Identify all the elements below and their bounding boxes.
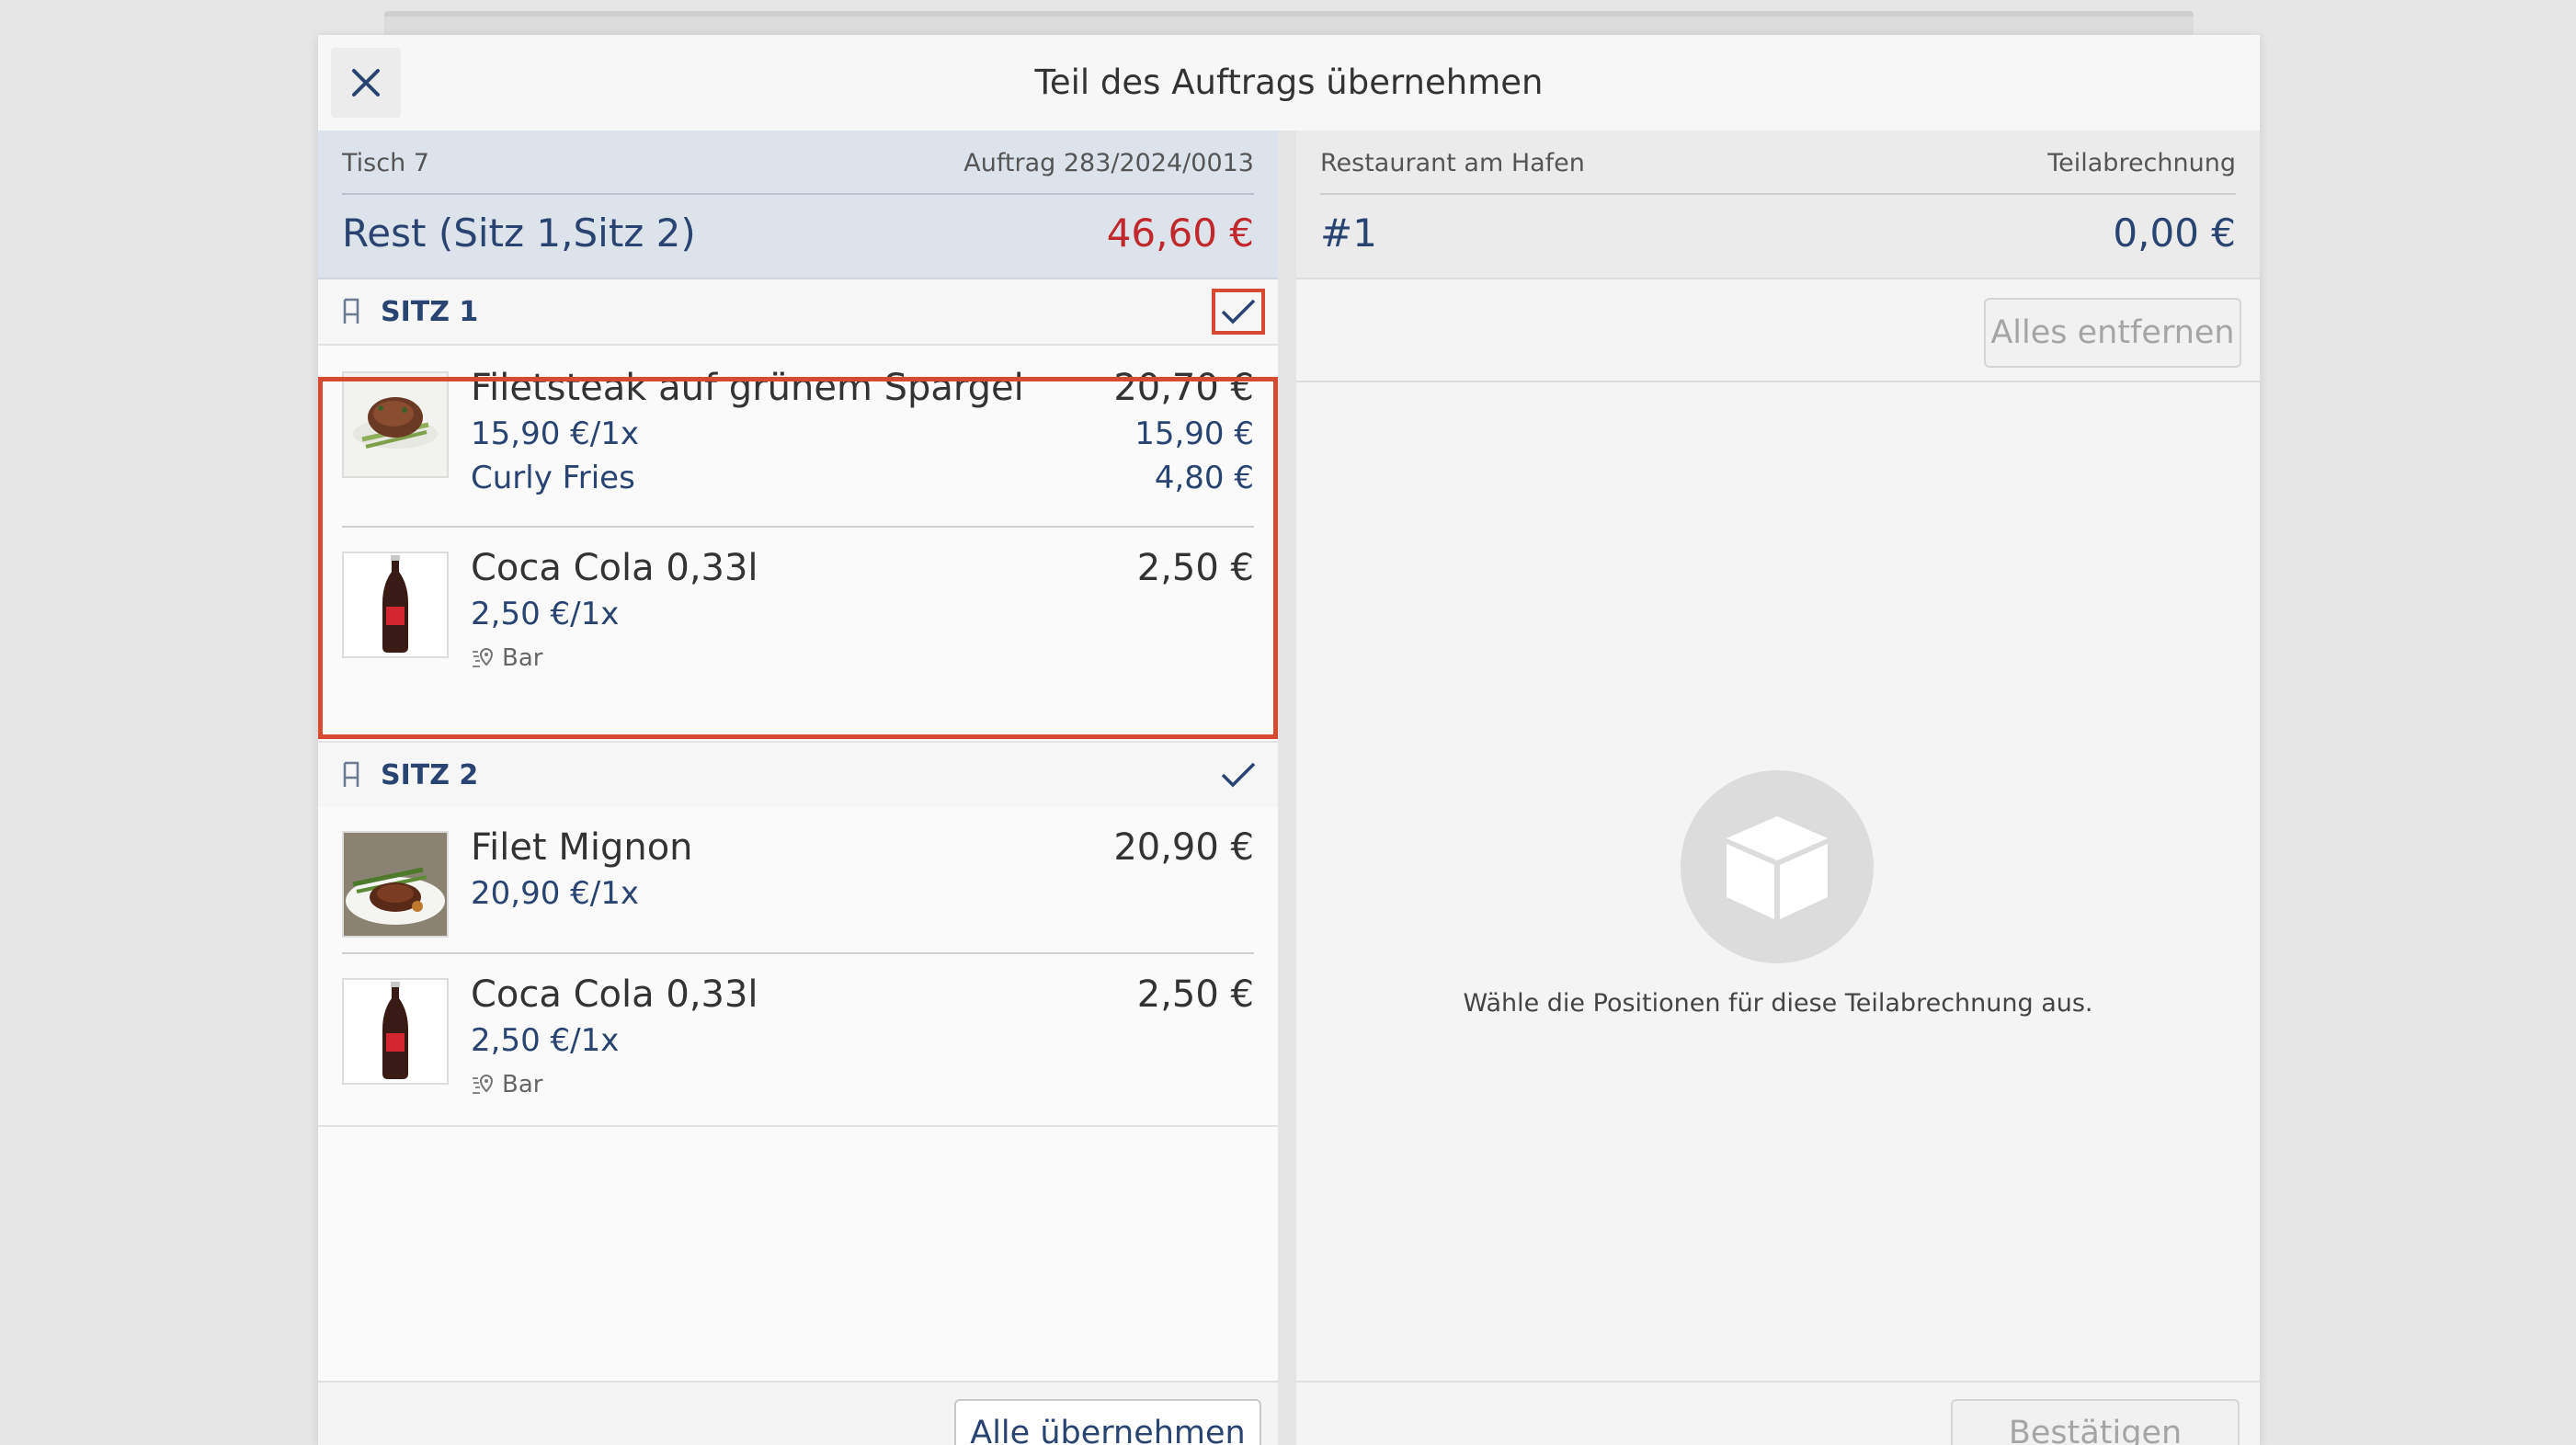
panel-divider xyxy=(1278,131,1296,1445)
split-order-dialog: Teil des Auftrags übernehmen Tisch 7 Auf… xyxy=(318,35,2260,1445)
cola-bottle-thumbnail xyxy=(342,978,449,1085)
close-button[interactable] xyxy=(331,48,401,118)
empty-state-illustration xyxy=(1681,770,1874,963)
item-name: Filet Mignon xyxy=(471,826,693,869)
seat-header-1[interactable]: SITZ 1 xyxy=(318,279,1278,346)
box-icon xyxy=(1727,816,1828,919)
order-total: 46,60 € xyxy=(1106,210,1254,256)
item-location-label: Bar xyxy=(502,644,543,672)
item-price: 2,50 € xyxy=(1136,547,1254,589)
seat-label: SITZ 2 xyxy=(381,759,479,791)
checkmark-icon xyxy=(1221,299,1256,324)
item-price: 20,70 € xyxy=(1113,367,1254,409)
item-unit-price: 15,90 €/1x xyxy=(471,415,639,452)
item-extra-price: 4,80 € xyxy=(1154,460,1254,496)
item-location-label: Bar xyxy=(502,1071,543,1098)
item-extra: Curly Fries xyxy=(471,460,635,496)
dialog-title: Teil des Auftrags übernehmen xyxy=(1034,63,1544,102)
remove-all-button[interactable]: Alles entfernen xyxy=(1984,298,2241,368)
close-icon xyxy=(352,69,380,97)
item-name: Filetsteak auf grünem Spargel xyxy=(471,367,1024,409)
seat-header-2[interactable]: SITZ 2 xyxy=(318,741,1278,809)
seat-1-select-checkbox[interactable] xyxy=(1212,289,1265,335)
item-price: 2,50 € xyxy=(1136,973,1254,1016)
list-item[interactable]: Filet Mignon 20,90 € 20,90 €/1x xyxy=(318,807,1278,954)
dialog-header: Teil des Auftrags übernehmen xyxy=(318,35,2260,132)
filet-mignon-thumbnail xyxy=(342,831,449,938)
item-unit-total: 15,90 € xyxy=(1134,415,1254,452)
list-item[interactable]: Coca Cola 0,33l 2,50 € 2,50 €/1x Bar xyxy=(318,954,1278,1127)
seat-icon xyxy=(343,761,359,787)
partial-bill-panel: Restaurant am Hafen Teilabrechnung #1 0,… xyxy=(1296,131,2260,1445)
location-icon xyxy=(473,1074,494,1094)
left-footer: Alle übernehmen xyxy=(318,1381,1278,1445)
source-order-panel: Tisch 7 Auftrag 283/2024/0013 Rest (Sitz… xyxy=(318,131,1278,1445)
empty-state-message: Wähle die Positionen für diese Teilabrec… xyxy=(1463,989,2093,1018)
right-footer: Bestätigen xyxy=(1296,1381,2260,1445)
bill-number: #1 xyxy=(1320,210,1377,256)
list-item[interactable]: Coca Cola 0,33l 2,50 € 2,50 €/1x Bar xyxy=(318,528,1278,706)
steak-thumbnail xyxy=(342,371,449,478)
item-name: Coca Cola 0,33l xyxy=(471,973,758,1016)
checkmark-icon xyxy=(1221,762,1256,788)
confirm-button[interactable]: Bestätigen xyxy=(1951,1399,2240,1445)
seat-2-select-checkbox[interactable] xyxy=(1212,752,1265,798)
table-label: Tisch 7 xyxy=(342,149,429,177)
bill-total: 0,00 € xyxy=(2113,210,2236,256)
item-location: Bar xyxy=(471,640,542,677)
seat-label: SITZ 1 xyxy=(381,296,479,328)
cola-bottle-thumbnail xyxy=(342,552,449,658)
order-heading: Rest (Sitz 1,Sitz 2) xyxy=(342,210,696,256)
bill-summary-header: Restaurant am Hafen Teilabrechnung #1 0,… xyxy=(1296,131,2260,279)
remove-toolbar: Alles entfernen xyxy=(1296,279,2260,382)
item-price: 20,90 € xyxy=(1113,826,1254,869)
item-unit-price: 2,50 €/1x xyxy=(471,596,620,632)
item-location: Bar xyxy=(471,1066,542,1103)
bill-type: Teilabrechnung xyxy=(2047,149,2236,177)
item-unit-price: 20,90 €/1x xyxy=(471,875,639,912)
divider xyxy=(342,193,1254,195)
seat-icon xyxy=(343,298,359,324)
restaurant-name: Restaurant am Hafen xyxy=(1320,149,1585,177)
order-number: Auftrag 283/2024/0013 xyxy=(963,149,1254,177)
location-icon xyxy=(473,647,494,667)
list-item[interactable]: Filetsteak auf grünem Spargel 20,70 € 15… xyxy=(318,347,1278,528)
order-summary-header: Tisch 7 Auftrag 283/2024/0013 Rest (Sitz… xyxy=(318,131,1278,279)
divider xyxy=(1320,193,2236,195)
take-all-button[interactable]: Alle übernehmen xyxy=(954,1399,1261,1445)
item-unit-price: 2,50 €/1x xyxy=(471,1022,620,1059)
item-name: Coca Cola 0,33l xyxy=(471,547,758,589)
